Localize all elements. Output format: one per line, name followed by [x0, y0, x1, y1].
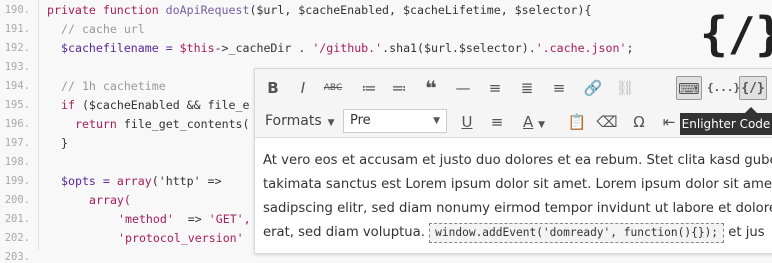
keyboard-toggle-icon[interactable]: ⌨	[676, 76, 702, 100]
line-number: 196.	[4, 118, 30, 130]
inline-code-snippet[interactable]: window.addEvent('domready', function(){}…	[429, 223, 725, 243]
wysiwyg-editor: B I ABC ≔ ≕ ❝ — ≡ ≣ ≡ 🔗 ⛓ ⌨ {...} {/} Fo…	[254, 68, 772, 254]
line-number: 195.	[4, 99, 30, 111]
enlighter-logo-icon: {/}	[700, 7, 772, 61]
blockquote-button[interactable]: ❝	[419, 76, 443, 100]
italic-button[interactable]: I	[291, 76, 315, 100]
outdent-icon[interactable]: ⇤	[657, 110, 681, 134]
code-line: 'method' => 'GET',	[118, 212, 251, 226]
numbered-list-button[interactable]: ≕	[387, 76, 411, 100]
formats-dropdown[interactable]: Formats ▼	[265, 113, 335, 129]
code-block-button[interactable]: {...}	[707, 76, 740, 100]
line-number: 190.	[4, 4, 30, 16]
code-line: 'protocol_version'	[118, 231, 244, 245]
toolbar-row-1: B I ABC ≔ ≕ ❝ — ≡ ≣ ≡ 🔗 ⛓ ⌨ {...} {/}	[255, 69, 772, 107]
code-line: $opts = array('http' =>	[61, 174, 222, 188]
line-number: 197.	[4, 137, 30, 149]
enlighter-code-button[interactable]: {/}	[739, 76, 767, 100]
line-number: 200.	[4, 194, 30, 206]
horizontal-rule-button[interactable]: —	[451, 76, 475, 100]
line-number: 191.	[4, 23, 30, 35]
code-line: if ($cacheEnabled && file_e	[61, 98, 250, 112]
line-number: 194.	[4, 80, 30, 92]
align-left-button[interactable]: ≡	[483, 76, 507, 100]
tooltip: Enlighter Code	[680, 113, 772, 135]
paste-text-icon[interactable]: 📋	[565, 110, 589, 134]
justify-button[interactable]: ≡	[485, 110, 509, 134]
line-number: 198.	[4, 156, 30, 168]
line-number: 202.	[4, 232, 30, 244]
paragraph-line: erat, sed diam voluptua. window.addEvent…	[263, 221, 772, 245]
code-line: }	[61, 136, 68, 150]
line-number: 199.	[4, 175, 30, 187]
line-number: 203.	[4, 251, 30, 263]
underline-button[interactable]: U	[455, 110, 479, 134]
line-number: 192.	[4, 42, 30, 54]
line-number: 201.	[4, 213, 30, 225]
code-line: $cachefilename = $this->_cacheDir . '/gi…	[61, 41, 634, 55]
clear-formatting-icon[interactable]: ⌫	[595, 110, 619, 134]
block-format-select[interactable]: Pre ▼	[343, 109, 447, 133]
align-right-button[interactable]: ≡	[547, 76, 571, 100]
code-line: // cache url	[61, 22, 145, 36]
strikethrough-button[interactable]: ABC	[321, 76, 345, 100]
code-line: return file_get_contents(	[75, 117, 250, 131]
insert-link-icon[interactable]: 🔗	[581, 76, 605, 100]
paragraph-line: At vero eos et accusam et justo duo dolo…	[263, 153, 772, 168]
remove-link-icon[interactable]: ⛓	[613, 76, 637, 100]
line-number: 193.	[4, 61, 30, 73]
align-center-button[interactable]: ≣	[515, 76, 539, 100]
code-line: private function doApiRequest($url, $cac…	[47, 3, 592, 17]
code-line: // 1h cachetime	[61, 79, 166, 93]
bold-button[interactable]: B	[261, 76, 285, 100]
code-line: array(	[89, 193, 131, 207]
special-character-button[interactable]: Ω	[627, 110, 651, 134]
line-gutter: 190. 191. 192. 193. 194. 195. 196. 197. …	[0, 0, 39, 263]
paragraph-line: sadipscing elitr, sed diam nonumy eirmod…	[263, 201, 772, 216]
text-color-button[interactable]: A ▼	[517, 110, 551, 134]
paragraph-line: takimata sanctus est Lorem ipsum dolor s…	[263, 177, 772, 192]
bullet-list-button[interactable]: ≔	[357, 76, 381, 100]
editor-content[interactable]: At vero eos et accusam et justo duo dolo…	[263, 149, 772, 245]
